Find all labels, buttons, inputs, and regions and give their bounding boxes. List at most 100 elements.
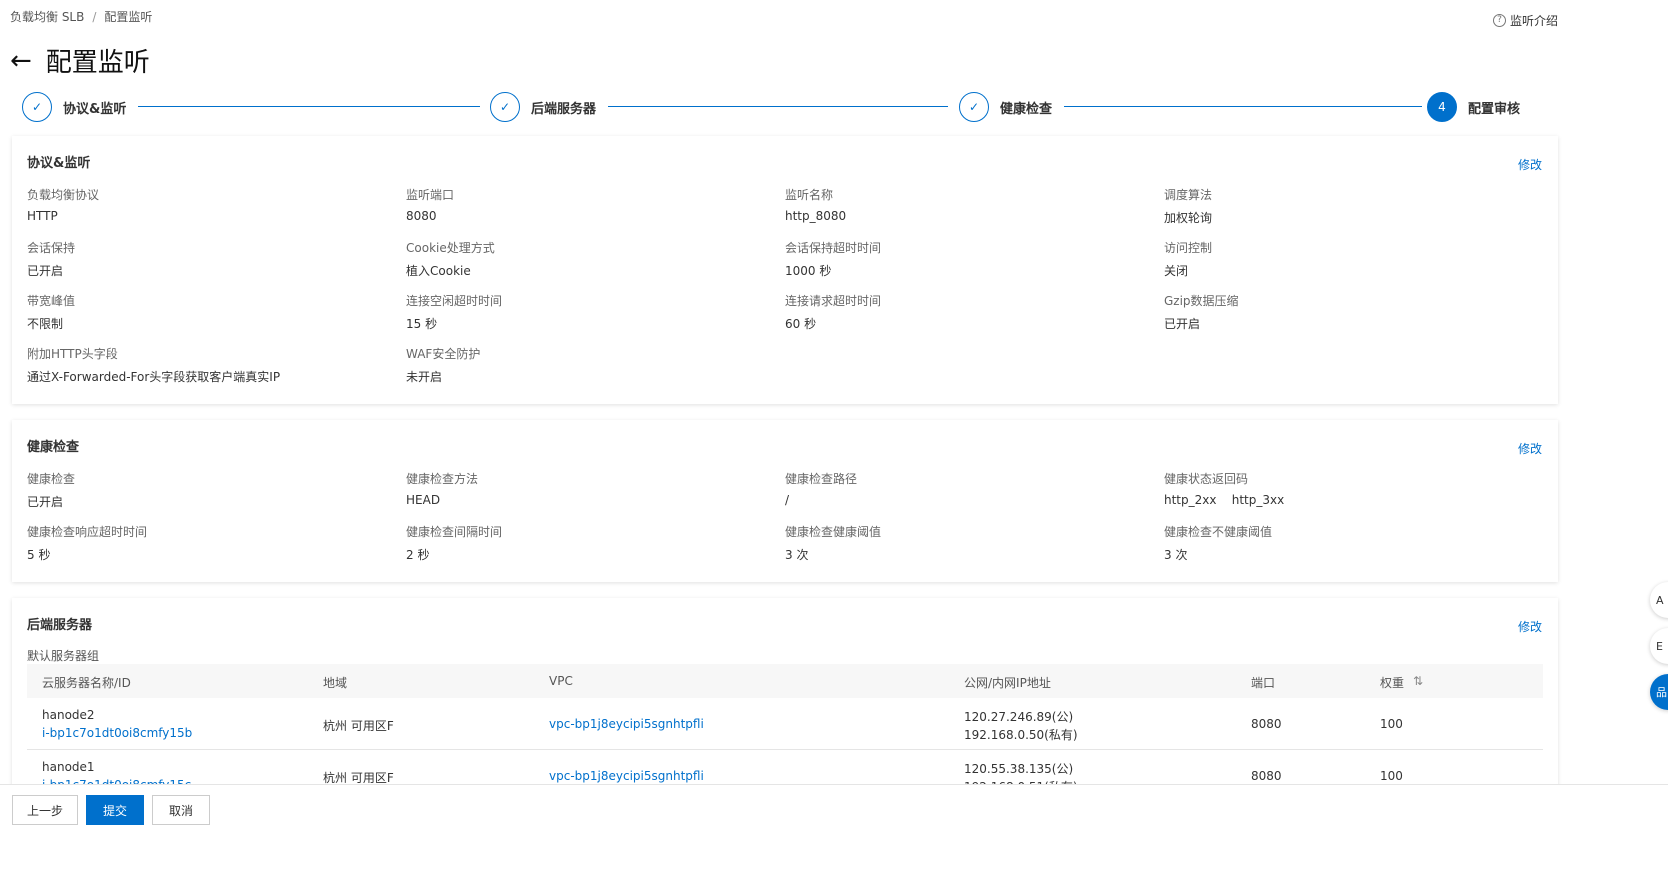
step-label: 配置审核	[1468, 101, 1521, 117]
field-value: 通过X-Forwarded-For头字段获取客户端真实IP	[27, 370, 281, 384]
field-value: 未开启	[406, 370, 443, 384]
column-header: 权重	[1380, 676, 1405, 690]
tool-button-a[interactable]: A	[1650, 582, 1668, 618]
server-weight: 100	[1380, 769, 1403, 783]
field-value: 已开启	[27, 264, 64, 278]
field-value: 不限制	[27, 317, 64, 331]
field-label: 附加HTTP头字段	[27, 347, 118, 361]
field-healthy-threshold: 健康检查健康阈值 3 次	[785, 523, 881, 563]
field-label: 健康检查响应超时时间	[27, 525, 148, 539]
field-value: 15 秒	[406, 317, 438, 331]
ip-public: 120.55.38.135(公)	[964, 762, 1074, 776]
field-label: 健康状态返回码	[1164, 472, 1249, 486]
step-config-review: 4 配置审核	[1427, 92, 1520, 122]
field-health-check: 健康检查 已开启	[27, 470, 75, 510]
field-label: 调度算法	[1164, 188, 1213, 202]
card-title: 协议&监听	[27, 156, 91, 171]
step-backend-servers: ✓ 后端服务器	[490, 92, 596, 122]
page-title: 配置监听	[45, 48, 150, 78]
health-check-card: 健康检查 修改 健康检查 已开启 健康检查方法 HEAD 健康检查路径 / 健康状态返…	[12, 420, 1558, 582]
server-id-link[interactable]: i-bp1c7o1dt0oi8cmfy15b	[42, 726, 192, 740]
field-label: 监听名称	[785, 188, 834, 202]
field-label: 会话保持	[27, 241, 76, 255]
backend-servers-card: 后端服务器 修改 默认服务器组 云服务器名称/ID 地域 VPC 公网/内网IP…	[12, 598, 1558, 802]
server-group-label: 默认服务器组	[27, 649, 100, 663]
previous-step-button[interactable]: 上一步	[12, 795, 78, 825]
card-title: 后端服务器	[27, 618, 93, 633]
field-value: 已开启	[27, 495, 64, 509]
field-request-timeout: 连接请求超时时间 60 秒	[785, 292, 881, 332]
breadcrumb-item-current: 配置监听	[104, 10, 153, 24]
field-session-persistence: 会话保持 已开启	[27, 239, 75, 279]
field-label: 健康检查方法	[406, 472, 479, 486]
field-label: Gzip数据压缩	[1164, 294, 1239, 308]
field-label: 连接空闲超时时间	[406, 294, 503, 308]
edit-backend-link[interactable]: 修改	[1518, 618, 1542, 635]
field-listener-name: 监听名称 http_8080	[785, 186, 846, 223]
submit-button[interactable]: 提交	[86, 795, 144, 825]
field-health-path: 健康检查路径 /	[785, 470, 857, 507]
field-access-control: 访问控制 关闭	[1164, 239, 1212, 279]
cancel-button[interactable]: 取消	[152, 795, 210, 825]
field-value: 2 秒	[406, 548, 430, 562]
field-value: 关闭	[1164, 264, 1189, 278]
field-scheduler: 调度算法 加权轮询	[1164, 186, 1212, 226]
field-value: 加权轮询	[1164, 211, 1213, 225]
sort-icon[interactable]: ⇅	[1413, 674, 1423, 688]
tool-button-e[interactable]: E	[1650, 628, 1668, 664]
floating-toolbar: A E 品	[1650, 582, 1668, 722]
tool-button-grid[interactable]: 品	[1650, 674, 1668, 710]
table-header: 云服务器名称/ID 地域 VPC 公网/内网IP地址 端口 权重 ⇅	[27, 664, 1543, 698]
column-header: VPC	[549, 674, 573, 688]
vpc-link[interactable]: vpc-bp1j8eycipi5sgnhtpfli	[549, 769, 704, 783]
edit-protocol-link[interactable]: 修改	[1518, 156, 1542, 173]
server-port: 8080	[1251, 769, 1282, 783]
vpc-link[interactable]: vpc-bp1j8eycipi5sgnhtpfli	[549, 717, 704, 731]
field-value: http_2xx http_3xx	[1164, 493, 1285, 507]
field-value: 3 次	[785, 548, 809, 562]
breadcrumb-item-slb[interactable]: 负载均衡 SLB	[10, 10, 84, 24]
server-name: hanode1	[42, 760, 95, 774]
backend-server-table: 云服务器名称/ID 地域 VPC 公网/内网IP地址 端口 权重 ⇅ hanod…	[27, 664, 1543, 802]
card-title: 健康检查	[27, 440, 80, 455]
server-name: hanode2	[42, 708, 95, 722]
field-value: 已开启	[1164, 317, 1201, 331]
ip-private: 192.168.0.50(私有)	[964, 728, 1078, 742]
table-row: hanode2 i-bp1c7o1dt0oi8cmfy15b 杭州 可用区F v…	[27, 698, 1543, 750]
step-connector-line	[1064, 106, 1422, 107]
field-value: 5 秒	[27, 548, 51, 562]
step-progress: ✓ 协议&监听 ✓ 后端服务器 ✓ 健康检查 4 配置审核	[22, 92, 1532, 122]
field-value: 3 次	[1164, 548, 1188, 562]
field-value: 1000 秒	[785, 264, 832, 278]
back-arrow-icon[interactable]: ←	[10, 46, 32, 76]
protocol-listener-card: 协议&监听 修改 负载均衡协议 HTTP 监听端口 8080 监听名称 http_80…	[12, 136, 1558, 404]
field-health-codes: 健康状态返回码 http_2xx http_3xx	[1164, 470, 1284, 507]
top-bar: 负载均衡 SLB / 配置监听 ? 监听介绍	[0, 0, 1668, 36]
field-unhealthy-threshold: 健康检查不健康阈值 3 次	[1164, 523, 1272, 563]
breadcrumb: 负载均衡 SLB / 配置监听	[10, 8, 152, 25]
field-label: 健康检查	[27, 472, 76, 486]
field-label: 带宽峰值	[27, 294, 76, 308]
step-number: 4	[1427, 92, 1457, 122]
edit-health-check-link[interactable]: 修改	[1518, 440, 1542, 457]
server-region: 杭州 可用区F	[323, 719, 394, 733]
field-gzip: Gzip数据压缩 已开启	[1164, 292, 1239, 332]
field-http-header: 附加HTTP头字段通过X-Forwarded-For头字段获取客户端真实IP	[27, 345, 280, 385]
field-label: 会话保持超时时间	[785, 241, 882, 255]
check-icon: ✓	[490, 92, 520, 122]
listener-intro-link[interactable]: ? 监听介绍	[1492, 12, 1558, 29]
field-idle-timeout: 连接空闲超时时间 15 秒	[406, 292, 502, 332]
ip-public: 120.27.246.89(公)	[964, 710, 1074, 724]
server-port: 8080	[1251, 717, 1282, 731]
column-header: 云服务器名称/ID	[42, 676, 131, 690]
field-cookie-mode: Cookie处理方式 植入Cookie	[406, 239, 495, 279]
step-health-check: ✓ 健康检查	[959, 92, 1052, 122]
field-label: 健康检查路径	[785, 472, 858, 486]
field-session-timeout: 会话保持超时时间 1000 秒	[785, 239, 881, 279]
column-header: 公网/内网IP地址	[964, 676, 1051, 690]
field-health-interval: 健康检查间隔时间 2 秒	[406, 523, 502, 563]
field-label: 健康检查不健康阈值	[1164, 525, 1273, 539]
check-icon: ✓	[959, 92, 989, 122]
server-weight: 100	[1380, 717, 1403, 731]
step-protocol-listener: ✓ 协议&监听	[22, 92, 126, 122]
